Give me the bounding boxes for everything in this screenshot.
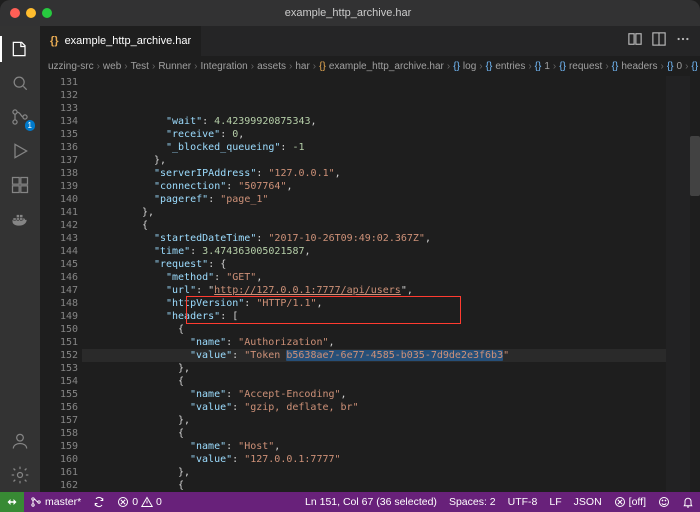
accounts-icon[interactable]: [0, 424, 40, 458]
json-file-icon: {}: [50, 35, 59, 47]
problems[interactable]: 0 0: [111, 492, 168, 512]
activity-bar: 1: [0, 26, 40, 492]
scm-badge: 1: [25, 120, 35, 131]
editor-tab[interactable]: {} example_http_archive.har: [40, 26, 202, 56]
window-titlebar: example_http_archive.har: [0, 0, 700, 26]
status-bar: master* 0 0 Ln 151, Col 67 (36 selected)…: [0, 492, 700, 512]
close-window-button[interactable]: [10, 8, 20, 18]
editor-tabs: {} example_http_archive.har: [40, 26, 700, 56]
extensions-icon[interactable]: [0, 168, 40, 202]
vertical-scrollbar[interactable]: [690, 76, 700, 492]
explorer-icon[interactable]: [0, 32, 40, 66]
docker-icon[interactable]: [0, 202, 40, 236]
source-control-icon[interactable]: 1: [0, 100, 40, 134]
settings-gear-icon[interactable]: [0, 458, 40, 492]
cursor-position[interactable]: Ln 151, Col 67 (36 selected): [299, 492, 443, 512]
notifications-icon[interactable]: [676, 492, 700, 512]
more-actions-icon[interactable]: [676, 32, 690, 50]
minimap[interactable]: [666, 76, 690, 492]
minimize-window-button[interactable]: [26, 8, 36, 18]
feedback-icon[interactable]: [652, 492, 676, 512]
maximize-window-button[interactable]: [42, 8, 52, 18]
split-editor-icon[interactable]: [652, 32, 666, 50]
code-editor[interactable]: 1311321331341351361371381391401411421431…: [40, 76, 700, 492]
tab-filename: example_http_archive.har: [65, 35, 192, 47]
compare-icon[interactable]: [628, 32, 642, 50]
indentation[interactable]: Spaces: 2: [443, 492, 502, 512]
prettier-status[interactable]: [off]: [608, 492, 652, 512]
line-number-gutter: 1311321331341351361371381391401411421431…: [40, 76, 82, 492]
window-title: example_http_archive.har: [52, 7, 644, 19]
search-icon[interactable]: [0, 66, 40, 100]
window-controls: [0, 8, 52, 18]
code-content[interactable]: "wait": 4.42399920875343,"receive": 0,"_…: [82, 76, 666, 492]
run-debug-icon[interactable]: [0, 134, 40, 168]
language-mode[interactable]: JSON: [568, 492, 608, 512]
sync-button[interactable]: [87, 492, 111, 512]
breadcrumbs[interactable]: uzzing-src›web›Test›Runner›Integration›a…: [40, 56, 700, 76]
git-branch[interactable]: master*: [24, 492, 87, 512]
encoding[interactable]: UTF-8: [502, 492, 544, 512]
editor-group: {} example_http_archive.har uzzing-src›w…: [40, 26, 700, 492]
remote-indicator[interactable]: [0, 492, 24, 512]
eol[interactable]: LF: [543, 492, 567, 512]
editor-actions: [618, 26, 700, 56]
